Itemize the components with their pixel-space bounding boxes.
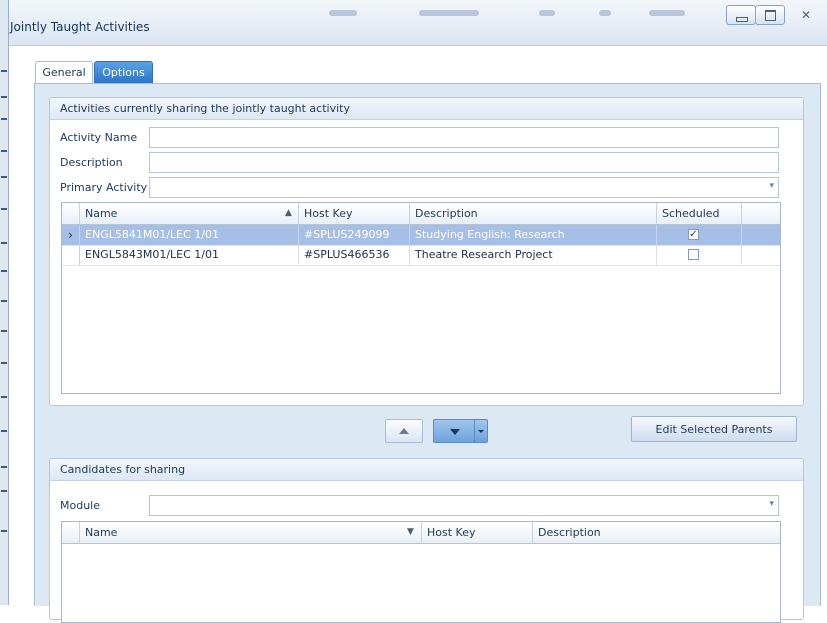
scheduled-checkbox[interactable] <box>688 249 699 260</box>
tab-general[interactable]: General <box>35 61 93 84</box>
row-name: ENGL5843M01/LEC 1/01 <box>80 245 299 265</box>
module-label: Module <box>60 499 100 512</box>
row-description: Studying English: Research <box>410 225 657 245</box>
column-header-host-key[interactable]: Host Key <box>299 203 410 224</box>
candidates-group: Candidates for sharing Module ▾ Name ▼ H… <box>49 458 804 623</box>
current-row-icon: › <box>62 225 80 245</box>
dialog-window: Jointly Taught Activities ✕ General Opti… <box>9 0 827 623</box>
row-scheduled-cell <box>657 245 742 265</box>
table-row[interactable]: › ENGL5841M01/LEC 1/01 #SPLUS249099 Stud… <box>62 225 780 246</box>
arrow-up-icon <box>399 428 409 434</box>
row-host-key: #SPLUS466536 <box>299 245 410 265</box>
maximize-icon <box>765 10 776 21</box>
module-select[interactable]: ▾ <box>149 495 779 516</box>
arrow-down-icon <box>449 429 460 435</box>
tab-options[interactable]: Options <box>94 61 153 83</box>
description-input[interactable] <box>149 152 779 173</box>
chevron-down-icon[interactable]: ▾ <box>769 499 774 509</box>
grid-corner <box>62 203 80 224</box>
primary-activity-select[interactable]: ▾ <box>149 177 779 198</box>
row-indicator <box>62 245 80 265</box>
minimize-icon <box>736 17 748 22</box>
move-down-button[interactable] <box>433 419 488 443</box>
grid-header: Name ▼ Host Key Description <box>62 522 780 544</box>
column-header-description[interactable]: Description <box>533 522 780 543</box>
move-down-dropdown-icon[interactable] <box>474 420 487 442</box>
activity-name-input[interactable] <box>149 127 779 148</box>
maximize-button[interactable] <box>755 5 785 25</box>
sharing-activities-grid: Name ▲ Host Key Description Scheduled › … <box>61 202 781 394</box>
row-host-key: #SPLUS249099 <box>299 225 410 245</box>
activity-name-label: Activity Name <box>60 131 138 144</box>
move-up-button[interactable] <box>385 419 423 443</box>
scheduled-checkbox[interactable]: ✓ <box>688 229 699 240</box>
sharing-group-title: Activities currently sharing the jointly… <box>50 98 803 120</box>
row-description: Theatre Research Project <box>410 245 657 265</box>
edit-selected-parents-button[interactable]: Edit Selected Parents <box>631 416 797 442</box>
minimize-button[interactable] <box>726 5 756 25</box>
sharing-group: Activities currently sharing the jointly… <box>49 97 804 406</box>
grid-corner <box>62 522 80 543</box>
chevron-down-icon[interactable]: ▾ <box>769 181 774 191</box>
column-header-name[interactable]: Name ▲ <box>80 203 299 224</box>
column-header-scheduled[interactable]: Scheduled <box>657 203 742 224</box>
table-row[interactable]: ENGL5843M01/LEC 1/01 #SPLUS466536 Theatr… <box>62 245 780 266</box>
column-header-host-key[interactable]: Host Key <box>422 522 533 543</box>
desktop-edge <box>0 0 9 605</box>
title-bar[interactable]: Jointly Taught Activities ✕ <box>9 0 827 46</box>
row-name: ENGL5841M01/LEC 1/01 <box>80 225 299 245</box>
primary-activity-label: Primary Activity <box>60 181 148 194</box>
description-label: Description <box>60 156 123 169</box>
column-header-name[interactable]: Name ▼ <box>80 522 422 543</box>
window-title: Jointly Taught Activities <box>10 20 150 34</box>
candidates-group-title: Candidates for sharing <box>50 459 803 481</box>
candidates-grid: Name ▼ Host Key Description <box>61 521 781 623</box>
sort-descending-icon: ▼ <box>407 527 414 537</box>
general-tab-panel: Activities currently sharing the jointly… <box>34 83 821 623</box>
close-button[interactable]: ✕ <box>785 5 827 25</box>
sort-ascending-icon: ▲ <box>285 208 292 218</box>
close-icon: ✕ <box>800 8 812 22</box>
row-scheduled-cell: ✓ <box>657 225 742 245</box>
column-header-description[interactable]: Description <box>410 203 657 224</box>
grid-header: Name ▲ Host Key Description Scheduled <box>62 203 780 225</box>
